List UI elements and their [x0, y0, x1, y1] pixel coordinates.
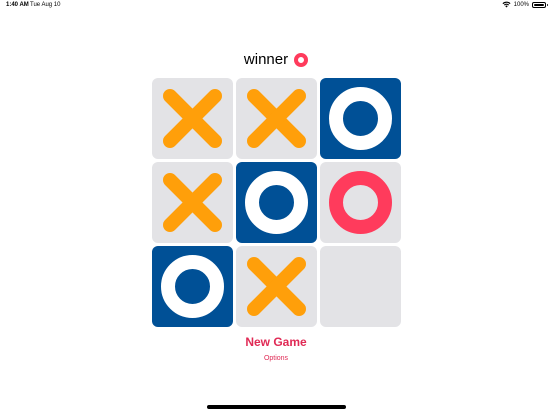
cell-x[interactable]: [152, 162, 233, 243]
options-button[interactable]: Options: [0, 355, 552, 362]
cell-x[interactable]: [236, 78, 317, 159]
cell-empty[interactable]: [320, 246, 401, 327]
cell-o-winning[interactable]: [320, 162, 401, 243]
battery-percent: 100%: [513, 1, 529, 8]
new-game-button[interactable]: New Game: [0, 335, 552, 349]
o-mark-icon: [329, 87, 392, 150]
winner-row: winner: [0, 51, 552, 68]
o-mark-icon: [161, 255, 224, 318]
winner-o-icon: [294, 52, 309, 67]
game-board: [152, 78, 401, 327]
battery-fill: [534, 3, 544, 6]
winner-label: winner: [243, 51, 289, 68]
cell-x[interactable]: [236, 246, 317, 327]
x-mark-icon: [247, 257, 306, 316]
cell-o[interactable]: [236, 162, 317, 243]
home-indicator[interactable]: [207, 405, 346, 409]
status-time: 1:40 AM: [6, 2, 29, 8]
x-mark-icon: [247, 89, 306, 148]
o-mark-icon: [245, 171, 308, 234]
wifi-icon: [502, 1, 511, 8]
x-mark-icon: [163, 89, 222, 148]
cell-o[interactable]: [152, 246, 233, 327]
battery-icon: [532, 1, 548, 8]
cell-x[interactable]: [152, 78, 233, 159]
status-bar: 1:40 AM Tue Aug 10 100%: [0, 0, 552, 12]
winner-o-ring: [294, 52, 309, 67]
status-date: Tue Aug 10: [30, 2, 61, 8]
x-mark-icon: [163, 173, 222, 232]
o-mark-icon: [329, 171, 392, 234]
cell-o[interactable]: [320, 78, 401, 159]
status-right: 100%: [502, 1, 548, 8]
